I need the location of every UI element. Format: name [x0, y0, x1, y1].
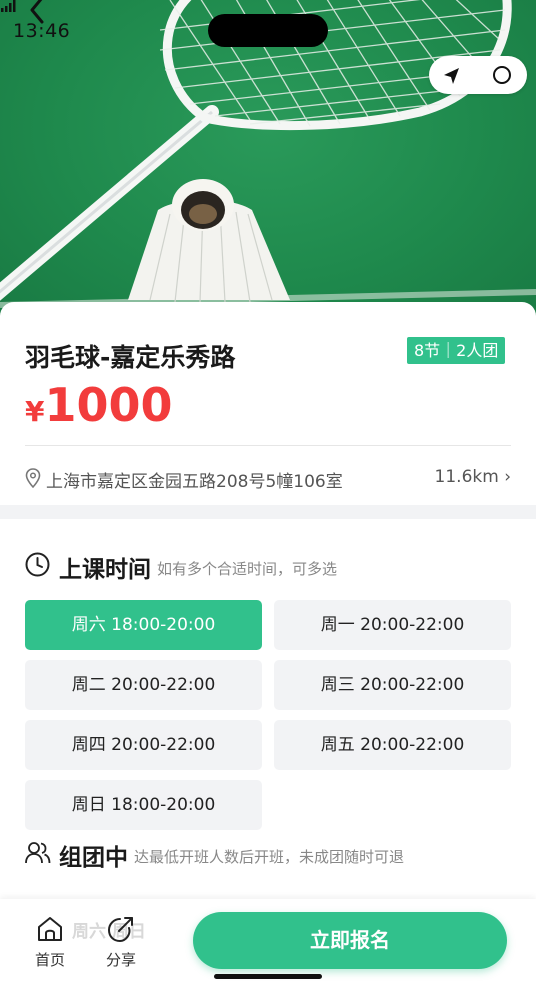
signup-button[interactable]: 立即报名: [193, 912, 507, 969]
share-icon: [107, 917, 133, 943]
time-slot[interactable]: 周二 20:00-22:00: [25, 660, 262, 710]
address-row[interactable]: 上海市嘉定区金园五路208号5幢106室 11.6km ›: [25, 466, 511, 492]
home-indicator: [214, 974, 322, 979]
course-price: ¥1000: [25, 378, 173, 432]
home-icon: [38, 917, 62, 941]
location-pin-icon: [25, 468, 41, 488]
time-slot[interactable]: 周三 20:00-22:00: [274, 660, 511, 710]
time-slot[interactable]: 周五 20:00-22:00: [274, 720, 511, 770]
group-header: 组团中 达最低开班人数后开班，未成团随时可退: [25, 838, 511, 871]
hero-image: 13:46: [0, 0, 536, 320]
clock-icon: [25, 552, 50, 577]
dynamic-island: [208, 14, 328, 47]
time-slot[interactable]: 周六 18:00-20:00: [25, 600, 262, 650]
course-info-card: 羽毛球-嘉定乐秀路 8节｜2人团 ¥1000 上海市嘉定区金园五路208号5幢1…: [0, 302, 536, 505]
time-slot[interactable]: 周日 18:00-20:00: [25, 780, 262, 830]
course-tag: 8节｜2人团: [407, 337, 506, 364]
badminton-photo: [0, 0, 536, 308]
share-button[interactable]: 分享: [96, 915, 146, 970]
currency-symbol: ¥: [25, 395, 45, 428]
distance-text: 11.6km ›: [434, 467, 511, 487]
home-label: 首页: [34, 951, 65, 969]
share-label: 分享: [105, 951, 136, 969]
signal-icon: [1, 0, 16, 12]
status-time: 13:46: [13, 20, 71, 42]
home-button[interactable]: 首页: [25, 915, 75, 970]
schedule-header: 上课时间 如有多个合适时间，可多选: [25, 550, 511, 583]
time-slot[interactable]: 周四 20:00-22:00: [25, 720, 262, 770]
users-icon: [25, 842, 51, 864]
price-amount: 1000: [44, 378, 173, 432]
group-title: 组团中: [59, 845, 128, 871]
mini-program-capsule: [429, 56, 527, 94]
share-send-icon[interactable]: [441, 66, 461, 86]
course-title: 羽毛球-嘉定乐秀路: [25, 343, 236, 372]
bottom-action-bar: 周六 周日 首页 分享 立即报名: [0, 899, 536, 984]
time-slot[interactable]: 周一 20:00-22:00: [274, 600, 511, 650]
divider: [25, 445, 511, 446]
address-text: 上海市嘉定区金园五路208号5幢106室: [46, 472, 343, 492]
schedule-section: 上课时间 如有多个合适时间，可多选 周六 18:00-20:00 周一 20:0…: [0, 519, 536, 899]
schedule-title: 上课时间: [59, 557, 151, 583]
schedule-hint: 如有多个合适时间，可多选: [157, 560, 338, 578]
close-circle-icon[interactable]: [493, 66, 511, 84]
group-hint: 达最低开班人数后开班，未成团随时可退: [134, 848, 405, 866]
